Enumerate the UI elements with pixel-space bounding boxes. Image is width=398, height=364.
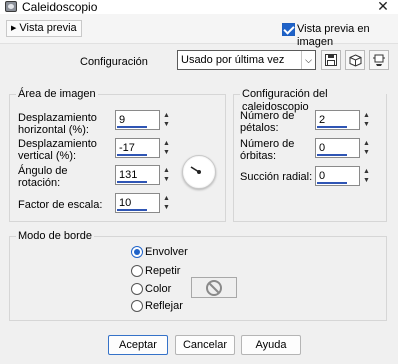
orbits-spinbox[interactable]: 0 ▲ ▼ [315,138,373,158]
scale-value[interactable]: 10 [115,193,160,213]
suction-label: Succión radial: [240,171,313,183]
radio-color[interactable] [131,283,143,295]
config-label: Configuración [80,56,148,68]
rotation-dial[interactable] [182,155,216,189]
chevron-down-icon: ⌵ [301,51,315,69]
v-offset-label-1: Desplazamiento [18,138,97,150]
close-button[interactable]: ✕ [368,0,398,14]
spin-arrows-icon[interactable]: ▲ ▼ [161,139,172,157]
suction-value[interactable]: 0 [315,166,360,186]
orbits-value[interactable]: 0 [315,138,360,158]
preview-toggle-button[interactable]: ▶ Vista previa [6,20,82,37]
petals-value[interactable]: 2 [315,110,360,130]
spin-arrows-icon[interactable]: ▲ ▼ [361,139,372,157]
petals-label-1: Número de [240,110,295,122]
h-offset-label-2: horizontal (%): [18,124,89,136]
h-offset-label-1: Desplazamiento [18,112,97,124]
preview-toggle-label: Vista previa [19,22,77,34]
spin-arrows-icon[interactable]: ▲ ▼ [361,111,372,129]
radio-reflect[interactable] [131,300,143,312]
help-button[interactable]: Ayuda [241,335,301,355]
expand-arrow-icon: ▶ [11,25,17,32]
cube-icon [349,53,361,67]
v-offset-label-2: vertical (%): [18,150,77,162]
spin-arrows-icon[interactable]: ▲ ▼ [161,194,172,212]
radio-repeat-label[interactable]: Repetir [145,265,180,277]
save-preset-button[interactable] [321,50,341,70]
rotation-label-2: rotación: [18,177,61,189]
v-offset-spinbox[interactable]: -17 ▲ ▼ [115,138,173,158]
orbits-label-1: Número de [240,138,295,150]
radio-wrap[interactable] [131,246,143,258]
rotation-value[interactable]: 131 [115,165,160,185]
reset-button[interactable] [369,50,389,70]
radio-wrap-label[interactable]: Envolver [145,246,188,258]
dial-knob-icon [190,166,201,174]
reset-icon [373,54,385,66]
spin-arrows-icon[interactable]: ▲ ▼ [161,166,172,184]
no-color-icon [206,279,222,296]
petals-label-2: pétalos: [240,122,279,134]
radio-color-label[interactable]: Color [145,283,171,295]
petals-spinbox[interactable]: 2 ▲ ▼ [315,110,373,130]
preview-image-label: Vista previa en imagen [297,23,370,48]
spin-arrows-icon[interactable]: ▲ ▼ [161,111,172,129]
h-offset-spinbox[interactable]: 9 ▲ ▼ [115,110,173,130]
rotation-spinbox[interactable]: 131 ▲ ▼ [115,165,173,185]
scale-spinbox[interactable]: 10 ▲ ▼ [115,193,173,213]
randomize-button[interactable] [345,50,365,70]
v-offset-value[interactable]: -17 [115,138,160,158]
window-title: Caleidoscopio [22,0,98,14]
radio-reflect-label[interactable]: Reflejar [145,300,183,312]
save-icon [325,54,337,66]
edge-color-swatch[interactable] [191,277,237,298]
app-icon [5,1,17,12]
image-area-title: Área de imagen [16,88,98,101]
radio-repeat[interactable] [131,265,143,277]
cancel-button[interactable]: Cancelar [175,335,235,355]
orbits-label-2: órbitas: [240,150,277,162]
rotation-label-1: Ángulo de [18,165,68,177]
spin-arrows-icon[interactable]: ▲ ▼ [361,167,372,185]
scale-label: Factor de escala: [18,199,103,211]
edge-mode-title: Modo de borde [16,230,94,243]
title-bar: Caleidoscopio ✕ [0,0,398,14]
h-offset-value[interactable]: 9 [115,110,160,130]
suction-spinbox[interactable]: 0 ▲ ▼ [315,166,373,186]
preview-bar: ▶ Vista previa Vista previa en imagen [0,14,398,48]
preview-image-checkbox[interactable] [282,23,295,36]
preset-dropdown[interactable]: Usado por última vez ⌵ [177,50,316,70]
preset-value: Usado por última vez [181,54,285,66]
ok-button[interactable]: Aceptar [108,335,168,355]
